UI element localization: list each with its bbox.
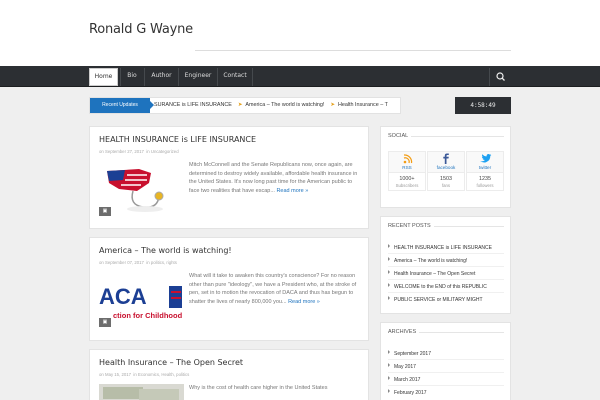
divider <box>388 279 504 280</box>
post-meta: on September 07, 2017 in politics, right… <box>99 260 177 265</box>
site-title[interactable]: Ronald G Wayne <box>89 22 193 37</box>
post-excerpt: Why is the cost of health care higher in… <box>189 384 361 393</box>
nav-bio[interactable]: Bio <box>120 68 143 86</box>
chevron-right-icon: ➤ <box>330 102 335 108</box>
post-date: May 15, 2017 <box>104 372 132 377</box>
thumb-text-small: ction for Childhood / <box>113 311 184 320</box>
us-map-stethoscope-image <box>107 169 164 212</box>
search-icon <box>496 72 505 81</box>
social-top: RSS <box>389 152 425 173</box>
main-navigation: Home Bio Author▼ Engineer Contact <box>0 66 600 91</box>
post-excerpt-text: Mitch McConnell and the Senate Republica… <box>189 162 358 194</box>
divider <box>388 253 504 254</box>
nav-author-label: Author <box>151 72 172 79</box>
post-excerpt-text: What will it take to awaken this country… <box>189 273 357 305</box>
widget-title: RECENT POSTS <box>388 223 434 229</box>
chevron-right-icon: ➤ <box>237 102 243 108</box>
archive-link[interactable]: February 2017 <box>388 389 427 396</box>
social-count: 1503 <box>440 176 452 182</box>
post-title[interactable]: America – The world is watching! <box>99 246 232 255</box>
camera-icon: ▣ <box>99 318 111 327</box>
post-thumbnail[interactable]: ▣ <box>99 161 184 216</box>
post-title[interactable]: Health Insurance – The Open Secret <box>99 358 243 367</box>
post-excerpt: What will it take to awaken this country… <box>189 272 361 306</box>
recent-post-link[interactable]: Health Insurance – The Open Secret <box>388 270 475 277</box>
ticker-track: SURANCE is LIFE INSURANCE ➤ America – The … <box>154 98 388 113</box>
post-thumbnail[interactable]: ACA ction for Childhood / ▣ <box>99 272 184 327</box>
post-date: September 07, 2017 <box>104 260 144 265</box>
nav-contact-label: Contact <box>223 72 247 79</box>
social-unit: fans <box>441 183 451 188</box>
social-facebook[interactable]: facebook 1503 fans <box>427 151 465 191</box>
social-name: RSS <box>402 165 412 170</box>
social-rss[interactable]: RSS 1000+ Subscribers <box>388 151 426 191</box>
post-card: America – The world is watching! on Sept… <box>89 237 369 341</box>
ticker-item[interactable]: America – The world is watching! <box>245 102 324 108</box>
social-count: 1000+ <box>399 176 415 182</box>
nav-author[interactable]: Author▼ <box>144 68 178 91</box>
post-categories[interactable]: Uncategorized <box>151 149 179 154</box>
post-meta: on September 27, 2017 in Uncategorized <box>99 149 179 154</box>
header-divider <box>195 50 511 51</box>
divider <box>388 385 504 386</box>
social-name: facebook <box>436 165 456 170</box>
ticker-item[interactable]: SURANCE is LIFE INSURANCE <box>154 102 232 108</box>
nav-contact[interactable]: Contact <box>217 68 253 86</box>
divider <box>388 292 504 293</box>
recent-post-link[interactable]: PUBLIC SERVICE or MILITARY MIGHT <box>388 296 483 303</box>
divider <box>388 359 504 360</box>
post-excerpt: Mitch McConnell and the Senate Republica… <box>189 161 361 195</box>
nav-search-button[interactable] <box>489 68 511 86</box>
post-categories[interactable]: politics, rights <box>151 260 177 265</box>
social-twitter[interactable]: twitter 1235 followers <box>466 151 504 191</box>
widget-title: ARCHIVES <box>388 329 420 335</box>
social-top: twitter <box>467 152 503 173</box>
social-unit: Subscribers <box>395 183 419 188</box>
thumb-text-large: ACA <box>99 284 147 309</box>
nav-home[interactable]: Home <box>89 68 118 86</box>
ticker-label: Recent Updates <box>90 98 150 113</box>
nav-bio-label: Bio <box>127 72 137 79</box>
nav-engineer[interactable]: Engineer <box>178 68 217 86</box>
money-image <box>99 384 184 400</box>
daca-sign-image: ACA ction for Childhood / <box>99 272 184 327</box>
nav-home-label: Home <box>94 73 113 80</box>
site-header: Ronald G Wayne <box>0 0 600 66</box>
recent-post-link[interactable]: WELCOME to the END of this REPUBLIC <box>388 283 487 290</box>
post-date: September 27, 2017 <box>104 149 144 154</box>
read-more-link[interactable]: Read more » <box>288 299 320 305</box>
archive-link[interactable]: March 2017 <box>388 376 420 383</box>
ticker-item[interactable]: Health Insurance – T <box>338 102 388 108</box>
post-card: Health Insurance – The Open Secret on Ma… <box>89 349 369 400</box>
camera-icon: ▣ <box>99 207 111 216</box>
social-top: facebook <box>428 152 464 173</box>
social-count: 1235 <box>479 176 491 182</box>
archives-widget: ARCHIVES September 2017 May 2017 March 2… <box>380 322 511 400</box>
widget-title: SOCIAL <box>388 133 412 139</box>
archive-link[interactable]: September 2017 <box>388 350 431 357</box>
nav-engineer-label: Engineer <box>184 72 212 79</box>
post-thumbnail[interactable] <box>99 384 184 400</box>
post-title[interactable]: HEALTH INSURANCE is LIFE INSURANCE <box>99 135 256 144</box>
post-meta: on May 15, 2017 in Economics, Health, po… <box>99 372 190 377</box>
post-categories[interactable]: Economics, Health, politics <box>138 372 189 377</box>
read-more-link[interactable]: Read more » <box>276 188 308 194</box>
news-ticker: Recent Updates SURANCE is LIFE INSURANCE… <box>89 97 401 114</box>
post-card: HEALTH INSURANCE is LIFE INSURANCE on Se… <box>89 126 369 229</box>
recent-posts-widget: RECENT POSTS HEALTH INSURANCE is LIFE IN… <box>380 216 511 314</box>
post-excerpt-text: Why is the cost of health care higher in… <box>189 385 328 391</box>
social-name: twitter <box>478 165 492 170</box>
recent-post-link[interactable]: America – The world is watching! <box>388 257 467 264</box>
recent-post-link[interactable]: HEALTH INSURANCE is LIFE INSURANCE <box>388 244 492 251</box>
divider <box>388 372 504 373</box>
rss-icon <box>403 154 413 164</box>
archive-link[interactable]: May 2017 <box>388 363 416 370</box>
clock-display: 4:58:49 <box>455 97 511 114</box>
facebook-icon <box>443 153 449 164</box>
social-unit: followers <box>476 183 494 188</box>
twitter-icon <box>480 154 492 163</box>
social-widget: SOCIAL RSS 1000+ Subscribers facebook 15… <box>380 126 511 208</box>
divider <box>388 266 504 267</box>
